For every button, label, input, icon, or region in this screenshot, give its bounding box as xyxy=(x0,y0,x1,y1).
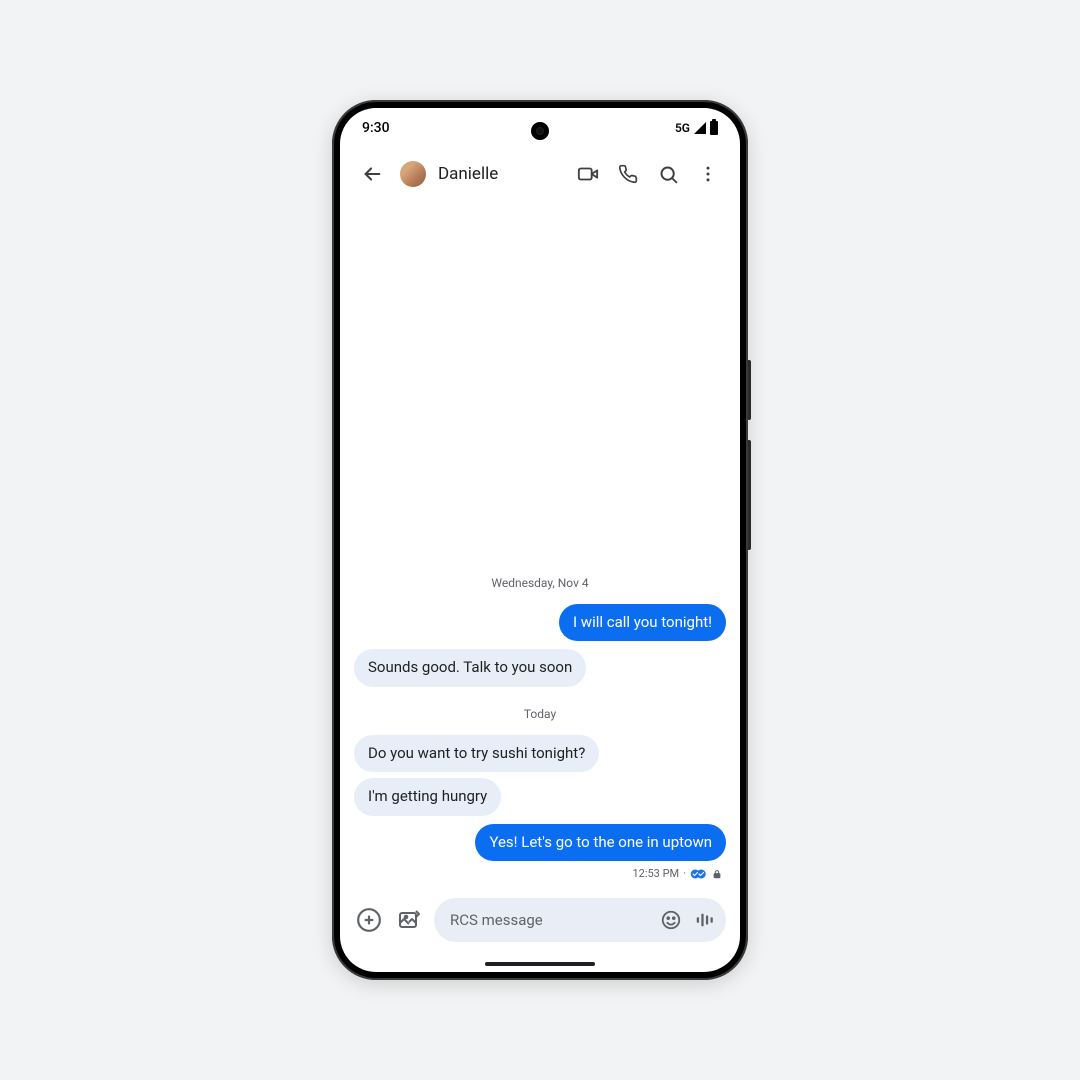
message-bubble-outgoing[interactable]: Yes! Let's go to the one in uptown xyxy=(475,824,726,862)
message-bubble-outgoing[interactable]: I will call you tonight! xyxy=(559,604,726,642)
search-button[interactable] xyxy=(648,154,688,194)
emoji-icon xyxy=(660,909,682,931)
volume-button xyxy=(748,360,751,420)
messages-list[interactable]: Wednesday, Nov 4 I will call you tonight… xyxy=(340,200,740,894)
emoji-button[interactable] xyxy=(660,909,682,931)
lock-icon xyxy=(712,868,722,880)
search-icon xyxy=(658,164,679,185)
back-button[interactable] xyxy=(352,154,392,194)
message-row-incoming: Do you want to try sushi tonight? xyxy=(354,735,726,781)
video-icon xyxy=(577,163,599,185)
add-button[interactable] xyxy=(354,905,384,935)
plus-circle-icon xyxy=(356,907,382,933)
meta-separator: · xyxy=(683,867,686,880)
app-bar-actions xyxy=(568,154,728,194)
voice-message-button[interactable] xyxy=(694,909,716,931)
date-separator: Wednesday, Nov 4 xyxy=(354,576,726,590)
phone-frame: 9:30 5G Danielle xyxy=(332,100,748,980)
gallery-button[interactable] xyxy=(394,905,424,935)
gesture-nav-bar[interactable] xyxy=(340,956,740,972)
app-bar: Danielle xyxy=(340,148,740,200)
contact-name[interactable]: Danielle xyxy=(438,164,560,184)
audio-wave-icon xyxy=(694,909,716,931)
message-row-incoming: I'm getting hungry xyxy=(354,780,726,824)
video-call-button[interactable] xyxy=(568,154,608,194)
camera-cutout xyxy=(531,122,549,140)
contact-avatar[interactable] xyxy=(400,161,426,187)
phone-icon xyxy=(618,164,638,184)
compose-bar: RCS message xyxy=(340,894,740,956)
read-receipt-icon xyxy=(690,868,708,880)
voice-call-button[interactable] xyxy=(608,154,648,194)
signal-icon xyxy=(694,122,706,134)
message-row-incoming: Sounds good. Talk to you soon xyxy=(354,649,726,695)
message-row-outgoing: I will call you tonight! xyxy=(354,604,726,650)
gallery-icon xyxy=(397,908,421,932)
message-bubble-incoming[interactable]: Sounds good. Talk to you soon xyxy=(354,649,586,687)
status-right: 5G xyxy=(675,121,718,135)
more-button[interactable] xyxy=(688,154,728,194)
message-row-outgoing: Yes! Let's go to the one in uptown xyxy=(354,824,726,870)
message-input[interactable]: RCS message xyxy=(434,898,726,942)
message-timestamp: 12:53 PM xyxy=(632,867,679,880)
message-bubble-incoming[interactable]: Do you want to try sushi tonight? xyxy=(354,735,599,773)
more-vert-icon xyxy=(698,164,718,184)
screen: 9:30 5G Danielle xyxy=(340,108,740,972)
power-button xyxy=(748,440,751,550)
battery-icon xyxy=(710,121,718,135)
nav-pill xyxy=(485,962,595,966)
network-label: 5G xyxy=(675,121,690,135)
message-meta: 12:53 PM · xyxy=(354,867,726,880)
status-time: 9:30 xyxy=(362,120,390,136)
message-input-placeholder: RCS message xyxy=(450,911,652,929)
arrow-left-icon xyxy=(361,163,383,185)
date-separator: Today xyxy=(354,707,726,721)
message-bubble-incoming[interactable]: I'm getting hungry xyxy=(354,778,501,816)
